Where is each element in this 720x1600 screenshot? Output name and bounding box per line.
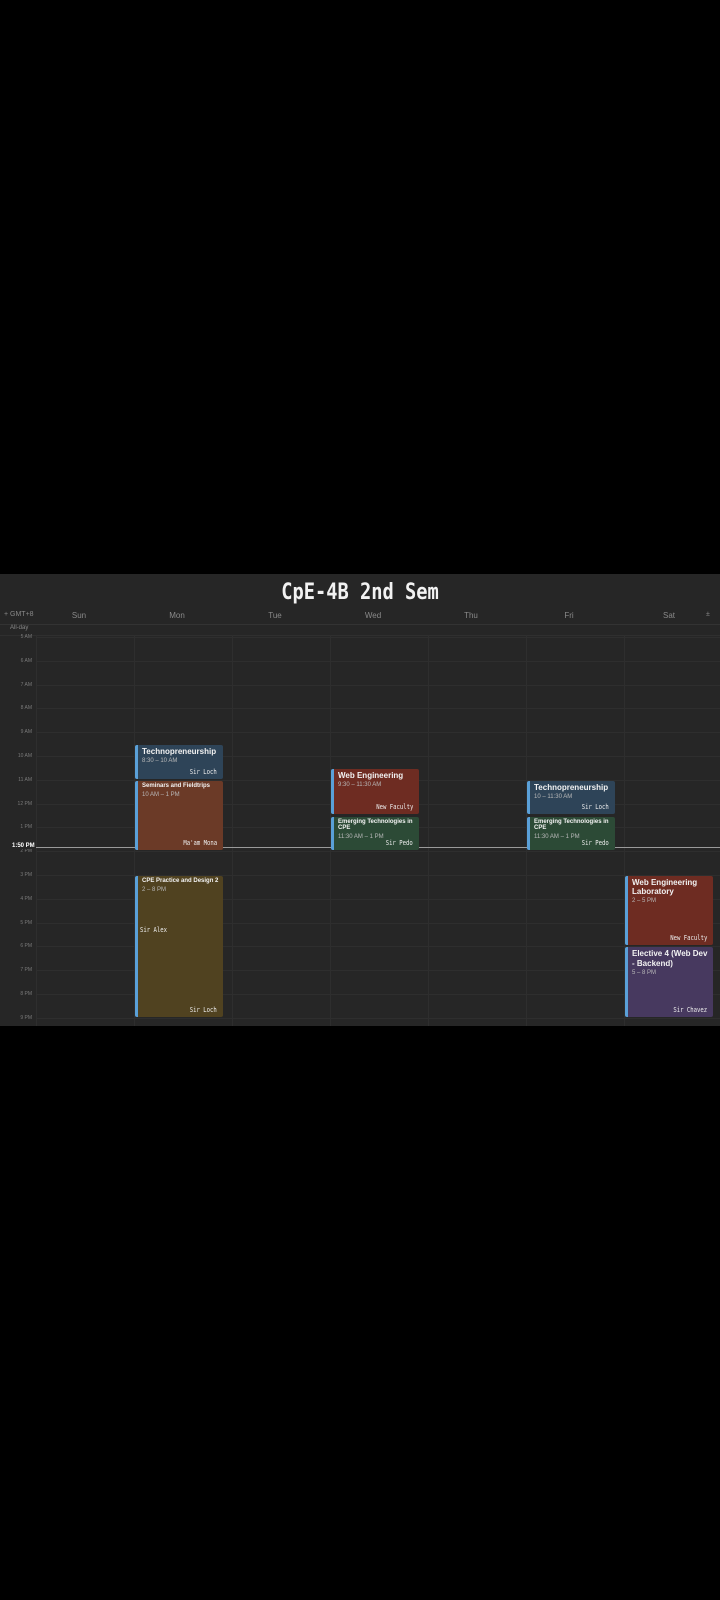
- page-title: CpE-4B 2nd Sem: [281, 579, 439, 605]
- day-divider: [428, 635, 429, 1026]
- current-time-label: 1:50 PM: [12, 843, 35, 850]
- event-instructor: New Faculty: [375, 803, 413, 812]
- day-label-tue[interactable]: Tue: [226, 611, 324, 620]
- event-block[interactable]: Elective 4 (Web Dev - Backend) 5 – 8 PM Si…: [625, 947, 713, 1017]
- event-time: 2 – 5 PM: [632, 898, 657, 905]
- event-time: 2 – 8 PM: [142, 886, 167, 893]
- event-title: Emerging Technologies in CPE: [338, 818, 413, 832]
- hour-label: 8 AM: [20, 705, 32, 712]
- event-block[interactable]: Web Engineering 9:30 – 11:30 AM New Facult…: [331, 768, 419, 815]
- hour-line: [36, 708, 720, 710]
- hour-label: 9 PM: [20, 1014, 32, 1021]
- event-instructor: New Faculty: [669, 934, 707, 943]
- calendar-panel: CpE-4B 2nd Sem + GMT+8 ± Sun Mon Tue Wed…: [0, 574, 720, 1026]
- event-time: 10 – 11:30 AM: [534, 793, 573, 800]
- event-instructor: Ma'am Mona: [183, 839, 217, 848]
- day-divider: [36, 635, 37, 1026]
- hour-line: [36, 660, 720, 662]
- hour-label: 10 AM: [17, 753, 32, 759]
- event-block[interactable]: CPE Practice and Design 2 2 – 8 PM Sir Ale…: [135, 876, 223, 1017]
- event-block[interactable]: Technopreneurship 8:30 – 10 AM Sir Loch: [135, 745, 223, 779]
- event-title: Emerging Technologies in CPE: [534, 818, 609, 832]
- event-instructor: Sir Pedo: [386, 839, 413, 848]
- hour-label: 8 PM: [20, 991, 32, 997]
- event-title: Web Engineering Laboratory: [632, 878, 698, 897]
- event-title: CPE Practice and Design 2: [142, 878, 219, 884]
- event-block[interactable]: Web Engineering Laboratory 2 – 5 PM New Fa…: [625, 876, 713, 946]
- hour-label: 11 AM: [18, 776, 32, 783]
- event-block[interactable]: Emerging Technologies in CPE 11:30 AM – 1…: [331, 816, 419, 851]
- day-divider: [232, 635, 233, 1026]
- hour-label: 5 PM: [20, 919, 32, 926]
- hour-label: 4 PM: [20, 895, 32, 902]
- event-block[interactable]: Emerging Technologies in CPE 11:30 AM – 1…: [527, 816, 615, 851]
- day-label-mon[interactable]: Mon: [128, 611, 226, 620]
- event-title: Seminars and Fieldtrips: [142, 782, 211, 789]
- hour-label: 3 PM: [20, 872, 32, 878]
- event-time: 5 – 8 PM: [632, 969, 657, 976]
- week-header: + GMT+8 ± Sun Mon Tue Wed Thu Fri Sat: [0, 610, 720, 625]
- hour-line: [36, 684, 720, 686]
- time-grid[interactable]: 5 AM 6 AM 7 AM 8 AM 9 AM 10 AM 11 AM 12 PM 1 PM 2…: [0, 634, 720, 1026]
- event-instructor: Sir Chavez: [673, 1005, 707, 1014]
- event-title: Technopreneurship: [534, 782, 609, 792]
- hour-label: 9 AM: [20, 729, 32, 736]
- event-time: 8:30 – 10 AM: [142, 758, 178, 765]
- day-label-thu[interactable]: Thu: [422, 611, 520, 620]
- day-label-sat[interactable]: Sat: [620, 611, 718, 620]
- event-title: Web Engineering: [338, 770, 404, 780]
- event-time: 9:30 – 11:30 AM: [338, 782, 382, 789]
- event-secondary-instructor: Sir Alex: [140, 926, 167, 934]
- hour-line: [36, 637, 720, 638]
- event-block[interactable]: Technopreneurship 10 – 11:30 AM Sir Loch: [527, 780, 615, 815]
- hour-label: 6 PM: [20, 943, 32, 950]
- event-block[interactable]: Seminars and Fieldtrips 10 AM – 1 PM Ma'am…: [135, 780, 223, 851]
- hour-label: 5 AM: [20, 634, 32, 640]
- hour-label: 6 AM: [20, 657, 32, 664]
- day-label-wed[interactable]: Wed: [324, 611, 422, 620]
- hour-label: 12 PM: [17, 800, 32, 807]
- event-instructor: Sir Pedo: [582, 839, 609, 848]
- hour-line: [36, 732, 720, 734]
- day-label-sun[interactable]: Sun: [30, 611, 128, 620]
- event-title: Elective 4 (Web Dev - Backend): [632, 949, 708, 968]
- all-day-label: All-day: [10, 625, 29, 631]
- event-title: Technopreneurship: [142, 747, 217, 757]
- hour-label: 7 AM: [20, 681, 32, 688]
- event-instructor: Sir Loch: [190, 767, 217, 776]
- event-instructor: Sir Loch: [582, 803, 609, 812]
- hour-label: 7 PM: [20, 967, 32, 974]
- event-instructor: Sir Loch: [190, 1005, 217, 1014]
- event-time: 10 AM – 1 PM: [142, 791, 180, 798]
- hour-label: 1 PM: [20, 824, 32, 831]
- hour-line: [36, 851, 720, 853]
- hour-line: [36, 1017, 720, 1019]
- day-label-fri[interactable]: Fri: [520, 611, 618, 620]
